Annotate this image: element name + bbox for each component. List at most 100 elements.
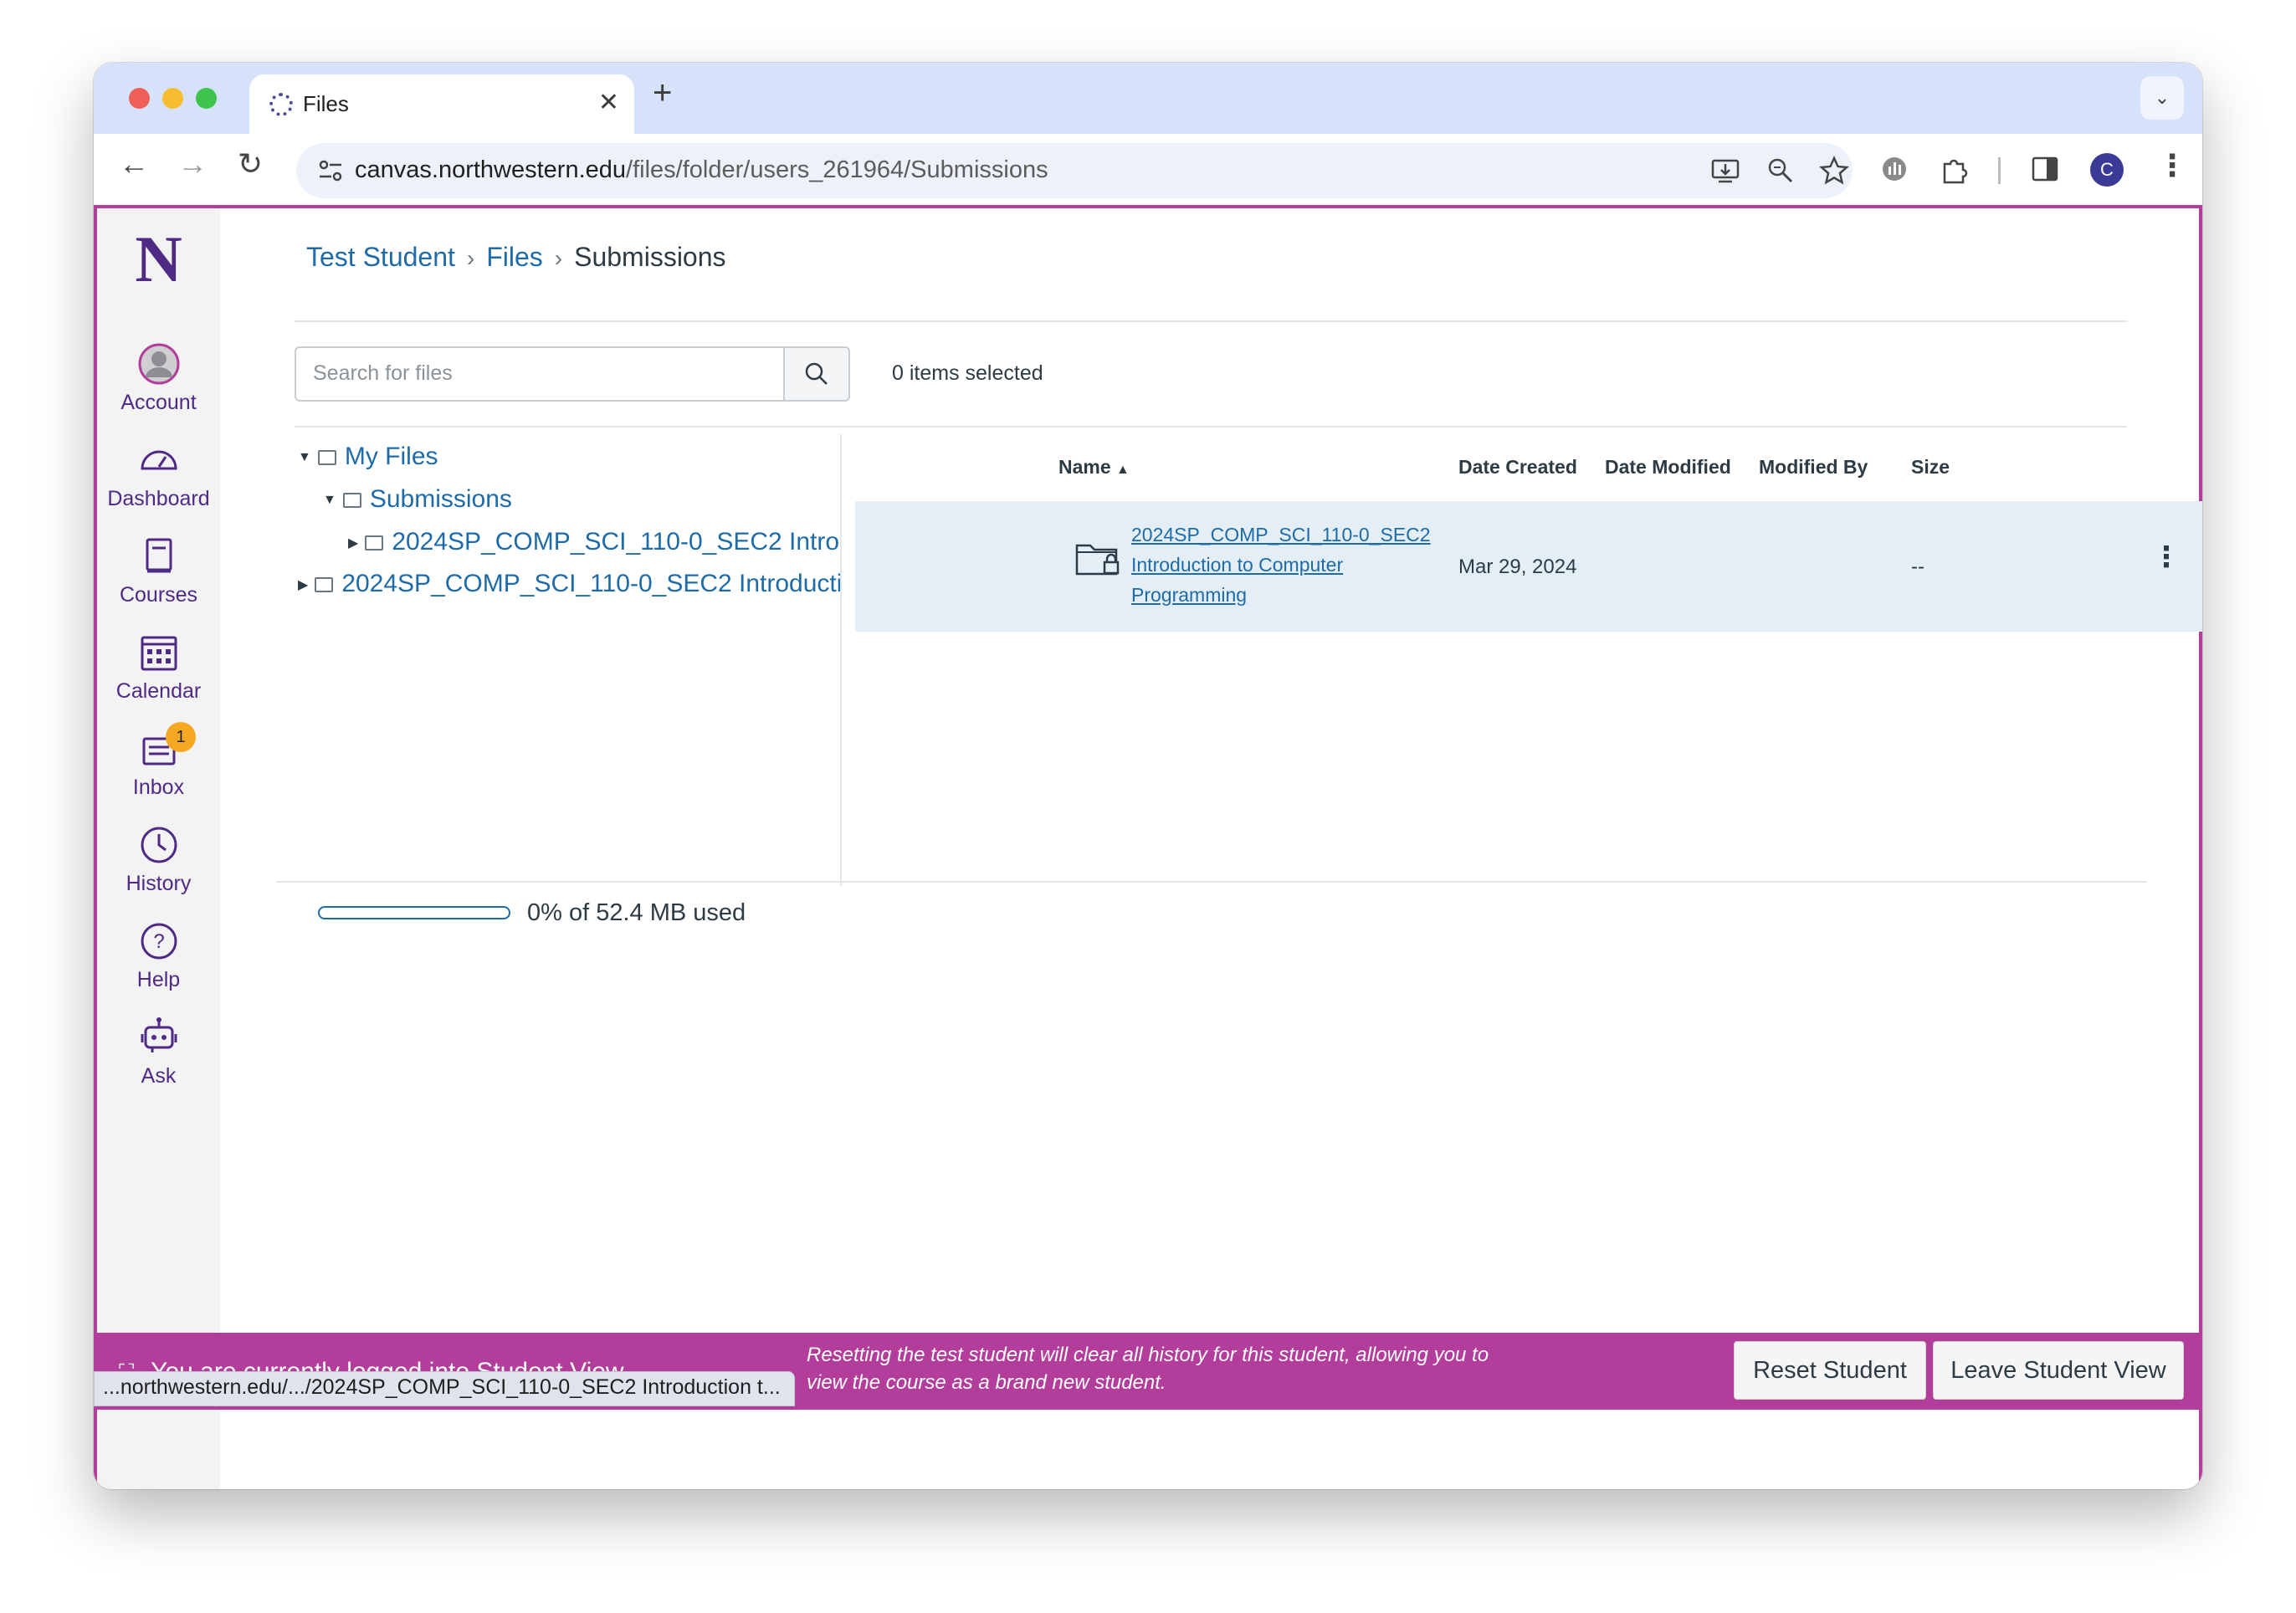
nav-calendar-label: Calendar xyxy=(115,679,202,703)
search-field[interactable] xyxy=(295,346,785,402)
tree-item-label: 2024SP_COMP_SCI_110-0_SEC2 Introduction … xyxy=(341,570,842,597)
browser-menu-icon[interactable]: ⋮ xyxy=(2157,151,2187,181)
footer-divider xyxy=(276,881,2147,883)
tree-item-label: Submissions xyxy=(369,485,512,513)
svg-text:?: ? xyxy=(153,930,164,953)
tree-pane-divider[interactable] xyxy=(840,434,842,886)
url-text[interactable]: canvas.northwestern.edu/files/folder/use… xyxy=(355,156,1048,184)
tree-item-my-files[interactable]: ▼ My Files xyxy=(298,443,438,471)
browser-window: Files ✕ + ⌄ ← → ↻ canvas.northwestern.ed… xyxy=(94,63,2202,1489)
toolbar-divider-line xyxy=(295,426,2127,428)
zoom-window-button[interactable] xyxy=(196,88,217,109)
size-cell: -- xyxy=(1911,556,1924,578)
locked-folder-icon xyxy=(1075,544,1120,576)
row-actions-kebab-icon[interactable]: ⋮ xyxy=(2152,543,2181,571)
global-nav: N Account Dashboard Courses Calendar 1 I… xyxy=(97,208,220,1489)
new-tab-button[interactable]: + xyxy=(653,76,672,110)
tree-item-course-folder[interactable]: ▶ 2024SP_COMP_SCI_110-0_SEC2 Introduction… xyxy=(298,570,842,598)
breadcrumb-current: Submissions xyxy=(574,242,726,272)
tab-files[interactable]: Files ✕ xyxy=(249,74,634,134)
nav-ask-label: Ask xyxy=(141,1064,177,1088)
site-settings-icon[interactable] xyxy=(316,156,345,185)
folder-icon xyxy=(317,450,336,466)
column-header-date-modified[interactable]: Date Modified xyxy=(1605,456,1731,479)
date-created-cell: Mar 29, 2024 xyxy=(1458,556,1577,578)
nav-account[interactable]: Account xyxy=(97,342,220,415)
link-status-bubble: ...northwestern.edu/.../2024SP_COMP_SCI_… xyxy=(94,1371,795,1406)
search-input[interactable] xyxy=(296,348,782,398)
courses-icon xyxy=(146,538,172,573)
folder-icon xyxy=(315,577,334,593)
breadcrumb: Test Student › Files › Submissions xyxy=(306,242,726,273)
nav-courses[interactable]: Courses xyxy=(97,535,220,607)
nav-history-label: History xyxy=(126,872,192,895)
tab-search-button[interactable]: ⌄ xyxy=(2140,76,2184,120)
nav-courses-label: Courses xyxy=(119,583,198,607)
search-button[interactable] xyxy=(783,346,850,402)
zoom-icon[interactable] xyxy=(1766,156,1796,186)
breadcrumb-separator-icon: › xyxy=(466,245,475,271)
tree-item-course-submissions[interactable]: ▶ 2024SP_COMP_SCI_110-0_SEC2 Introduction… xyxy=(348,528,842,556)
toolbar-divider xyxy=(1998,157,2001,184)
reset-student-message: Resetting the test student will clear al… xyxy=(807,1344,1489,1394)
back-arrow-icon[interactable]: ← xyxy=(119,149,149,179)
tree-item-label: 2024SP_COMP_SCI_110-0_SEC2 Introduction … xyxy=(392,528,842,556)
reload-icon[interactable]: ↻ xyxy=(238,149,263,179)
nav-history[interactable]: History xyxy=(97,823,220,896)
minimize-window-button[interactable] xyxy=(162,88,183,109)
nav-dashboard-label: Dashboard xyxy=(107,487,210,510)
folder-name-link[interactable]: 2024SP_COMP_SCI_110-0_SEC2 Introduction … xyxy=(1131,520,1449,610)
tab-title: Files xyxy=(303,91,349,116)
expanded-triangle-icon[interactable]: ▼ xyxy=(298,450,311,464)
tab-strip: Files ✕ + ⌄ xyxy=(94,63,2202,134)
forward-arrow-icon[interactable]: → xyxy=(177,149,208,179)
extensions-puzzle-icon[interactable] xyxy=(1940,154,1970,184)
column-header-name[interactable]: Name ▲ xyxy=(1058,456,1130,479)
tab-close-icon[interactable]: ✕ xyxy=(598,88,619,117)
expanded-triangle-icon[interactable]: ▼ xyxy=(323,493,336,507)
account-icon xyxy=(138,343,179,385)
nav-ask[interactable]: Ask xyxy=(97,1016,220,1088)
folder-tree: ▼ My Files ▼ Submissions ▶ 2024SP_COMP_SCI_… xyxy=(298,443,842,894)
selection-count: 0 items selected xyxy=(892,361,1043,385)
bookmark-star-icon[interactable] xyxy=(1819,156,1849,186)
close-window-button[interactable] xyxy=(129,88,150,109)
nav-account-label: Account xyxy=(120,391,197,414)
header-divider xyxy=(295,320,2127,322)
loading-favicon-icon xyxy=(269,93,293,116)
nav-inbox-label: Inbox xyxy=(132,776,185,799)
northwestern-logo[interactable]: N xyxy=(97,227,220,292)
breadcrumb-test-student[interactable]: Test Student xyxy=(306,242,455,272)
profile-avatar[interactable]: C xyxy=(2090,153,2124,187)
nav-help-label: Help xyxy=(136,968,181,991)
nav-calendar[interactable]: Calendar xyxy=(97,631,220,704)
column-header-date-created[interactable]: Date Created xyxy=(1458,456,1577,479)
breadcrumb-files[interactable]: Files xyxy=(486,242,543,272)
inbox-unread-badge: 1 xyxy=(166,722,196,752)
reset-student-button[interactable]: Reset Student xyxy=(1734,1341,1926,1400)
locked-folder-icon xyxy=(342,493,361,509)
column-header-modified-by[interactable]: Modified By xyxy=(1759,456,1868,479)
search-icon xyxy=(805,362,828,385)
side-panel-icon[interactable] xyxy=(2030,154,2060,184)
leave-student-view-button[interactable]: Leave Student View xyxy=(1933,1341,2184,1400)
address-bar[interactable]: canvas.northwestern.edu/files/folder/use… xyxy=(296,143,1853,198)
quota-progress-bar xyxy=(318,906,510,919)
extension-chart-icon[interactable] xyxy=(1879,154,1909,184)
collapsed-triangle-icon[interactable]: ▶ xyxy=(298,578,308,592)
install-app-icon[interactable] xyxy=(1710,156,1740,186)
locked-folder-icon xyxy=(365,535,384,551)
nav-inbox[interactable]: 1 Inbox xyxy=(97,722,220,800)
collapsed-triangle-icon[interactable]: ▶ xyxy=(348,536,358,550)
column-header-size[interactable]: Size xyxy=(1911,456,1950,479)
nav-help[interactable]: ? Help xyxy=(97,919,220,992)
tree-item-label: My Files xyxy=(344,443,438,470)
nav-dashboard[interactable]: Dashboard xyxy=(97,438,220,511)
dashboard-icon xyxy=(140,450,177,470)
tree-item-submissions[interactable]: ▼ Submissions xyxy=(323,485,512,514)
ask-bot-icon xyxy=(141,1017,177,1052)
history-icon xyxy=(141,827,177,863)
calendar-icon xyxy=(141,636,177,671)
sort-ascending-icon: ▲ xyxy=(1116,463,1130,477)
quota-text: 0% of 52.4 MB used xyxy=(527,899,746,926)
